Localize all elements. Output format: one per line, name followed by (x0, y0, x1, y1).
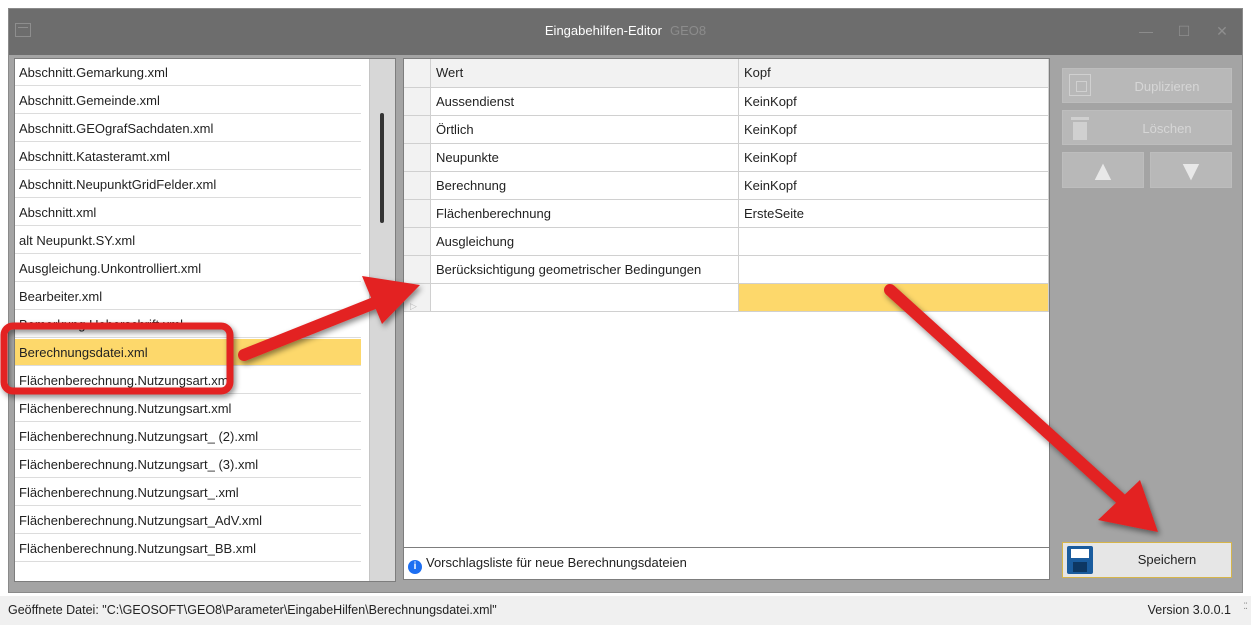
list-item[interactable]: Abschnitt.GEOgrafSachdaten.xml (15, 115, 361, 142)
grid-cell[interactable]: Neupunkte (431, 144, 739, 172)
grid-cell[interactable]: Ausgleichung (431, 228, 739, 256)
grid-cell[interactable] (739, 256, 1049, 284)
new-row-indicator-icon: ▷ (410, 301, 417, 311)
move-up-button[interactable]: ▲ (1062, 152, 1144, 188)
floppy-disk-icon (1067, 546, 1093, 574)
close-button[interactable]: ✕ (1207, 19, 1237, 43)
grid-cell[interactable]: Aussendienst (431, 88, 739, 116)
grid-cell[interactable]: ErsteSeite (739, 200, 1049, 228)
row-header[interactable] (404, 200, 431, 228)
row-header[interactable] (404, 116, 431, 144)
list-item[interactable]: Flächenberechnung.Nutzungsart_AdV.xml (15, 507, 361, 534)
list-item[interactable]: Abschnitt.Gemarkung.xml (15, 59, 361, 86)
grid-cell[interactable] (739, 228, 1049, 256)
row-header[interactable] (404, 172, 431, 200)
new-row-header[interactable]: ▷ (404, 284, 431, 312)
version-label: Version 3.0.0.1 (1147, 603, 1231, 617)
arrow-down-icon: ▼ (1177, 155, 1205, 186)
list-item[interactable]: Bearbeiter.xml (15, 283, 361, 310)
list-item[interactable]: Abschnitt.NeupunktGridFelder.xml (15, 171, 361, 198)
row-header[interactable] (404, 88, 431, 116)
list-scrollbar[interactable] (369, 59, 395, 581)
save-label: Speichern (1137, 552, 1197, 567)
title-bar: Eingabehilfen-Editor GEO8 — ☐ ✕ (9, 9, 1242, 55)
grid-cell[interactable]: KeinKopf (739, 88, 1049, 116)
move-down-button[interactable]: ▼ (1150, 152, 1232, 188)
list-item[interactable]: Flächenberechnung.Nutzungsart_ (3).xml (15, 451, 361, 478)
maximize-button[interactable]: ☐ (1169, 19, 1199, 43)
info-icon: i (408, 560, 422, 574)
column-header-wert[interactable]: Wert (431, 59, 739, 88)
grid-cell[interactable]: KeinKopf (739, 144, 1049, 172)
list-item[interactable]: Flächenberechnung.Nutzungsart_ (2).xml (15, 423, 361, 450)
grid-cell-new[interactable] (431, 284, 739, 312)
grid-cell[interactable]: Örtlich (431, 116, 739, 144)
list-item[interactable]: Flächenberechnung.Nutzungsart.xml (15, 395, 361, 422)
grid-footer-text: Vorschlagsliste für neue Berechnungsdate… (426, 555, 687, 570)
duplicate-icon (1069, 74, 1091, 96)
grid-cell-new-selected[interactable] (739, 284, 1049, 312)
duplicate-label: Duplizieren (1134, 79, 1200, 94)
grid-cell[interactable]: KeinKopf (739, 172, 1049, 200)
grid-corner (404, 59, 431, 88)
list-item[interactable]: Flächenberechnung.Nutzungsart.xml (15, 367, 361, 394)
save-button[interactable]: Speichern (1062, 542, 1232, 578)
grid-cell[interactable]: Flächenberechnung (431, 200, 739, 228)
file-list[interactable]: Abschnitt.Gemarkung.xml Abschnitt.Gemein… (14, 58, 396, 582)
grid-cell[interactable]: Berechnung (431, 172, 739, 200)
list-item[interactable]: Abschnitt.xml (15, 199, 361, 226)
minimize-button[interactable]: — (1131, 19, 1161, 43)
list-item[interactable]: Bemerkung.Ueberschrift.xml (15, 311, 361, 338)
arrow-up-icon: ▲ (1089, 155, 1117, 186)
opened-file-path: Geöffnete Datei: "C:\GEOSOFT\GEO8\Parame… (8, 603, 497, 617)
trash-icon (1071, 115, 1089, 141)
list-item[interactable]: alt Neupunkt.SY.xml (15, 227, 361, 254)
resize-grip-icon[interactable]: ⁚⁚ (1243, 592, 1248, 621)
grid-cell[interactable]: KeinKopf (739, 116, 1049, 144)
list-item[interactable]: Abschnitt.Katasteramt.xml (15, 143, 361, 170)
values-grid: Wert Kopf Aussendienst KeinKopf Örtlich … (403, 58, 1050, 580)
row-header[interactable] (404, 256, 431, 284)
scrollbar-thumb[interactable] (380, 113, 384, 223)
delete-label: Löschen (1142, 121, 1192, 136)
grid-footer: i Vorschlagsliste für neue Berechnungsdat… (404, 547, 1049, 579)
row-header[interactable] (404, 228, 431, 256)
duplicate-button[interactable]: Duplizieren (1062, 68, 1232, 103)
delete-button[interactable]: Löschen (1062, 110, 1232, 145)
window-subtitle: GEO8 (669, 23, 707, 38)
list-item[interactable]: Flächenberechnung.Nutzungsart_BB.xml (15, 535, 361, 562)
list-item-selected[interactable]: Berechnungsdatei.xml (15, 339, 361, 366)
status-bar: Geöffnete Datei: "C:\GEOSOFT\GEO8\Parame… (0, 596, 1251, 625)
window-title: Eingabehilfen-Editor GEO8 (9, 23, 1242, 38)
grid-table: Wert Kopf Aussendienst KeinKopf Örtlich … (404, 59, 1049, 548)
row-header[interactable] (404, 144, 431, 172)
window-title-text: Eingabehilfen-Editor (544, 23, 662, 38)
grid-cell[interactable]: Berücksichtigung geometrischer Bedingung… (431, 256, 739, 284)
list-item[interactable]: Flächenberechnung.Nutzungsart_.xml (15, 479, 361, 506)
list-item[interactable]: Ausgleichung.Unkontrolliert.xml (15, 255, 361, 282)
column-header-kopf[interactable]: Kopf (739, 59, 1049, 88)
list-item[interactable]: Abschnitt.Gemeinde.xml (15, 87, 361, 114)
